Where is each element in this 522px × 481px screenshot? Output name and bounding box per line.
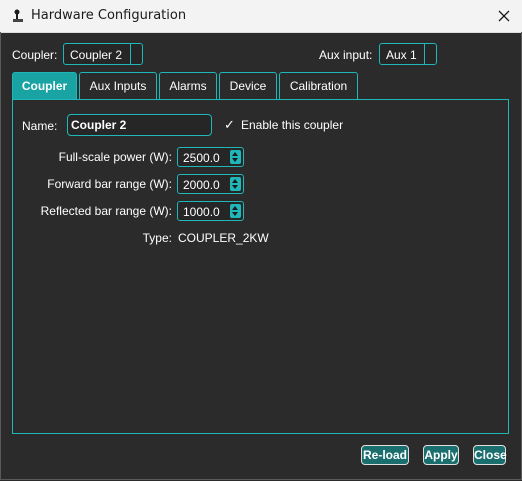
- full-scale-power-spinbox[interactable]: 2500.0: [177, 147, 244, 167]
- app-icon: [13, 9, 23, 22]
- full-scale-power-label: Full-scale power (W):: [58, 150, 172, 164]
- forward-bar-range-label: Forward bar range (W):: [47, 177, 172, 191]
- aux-input-select-value: Aux 1: [386, 48, 417, 62]
- type-value: COUPLER_2KW: [178, 231, 269, 245]
- reflected-bar-range-spinbox[interactable]: 1000.0: [177, 201, 244, 221]
- tab-calibration[interactable]: Calibration: [279, 72, 358, 99]
- reload-button[interactable]: Re-load: [361, 445, 409, 465]
- close-icon[interactable]: [494, 6, 514, 26]
- enable-coupler-label: Enable this coupler: [241, 118, 344, 132]
- coupler-label: Coupler:: [12, 48, 58, 62]
- apply-button[interactable]: Apply: [423, 445, 459, 465]
- tab-alarms[interactable]: Alarms: [159, 72, 217, 99]
- window-title: Hardware Configuration: [31, 8, 187, 23]
- full-scale-power-value: 2500.0: [183, 151, 220, 165]
- title-bar: Hardware Configuration: [0, 0, 522, 33]
- spin-arrows-icon[interactable]: [230, 177, 241, 191]
- close-button[interactable]: Close: [473, 445, 507, 465]
- type-label: Type:: [142, 231, 172, 245]
- tab-device[interactable]: Device: [219, 72, 277, 99]
- aux-input-label: Aux input:: [319, 48, 373, 62]
- spin-arrows-icon[interactable]: [230, 204, 241, 218]
- aux-input-select[interactable]: Aux 1: [379, 43, 437, 65]
- enable-coupler-checkbox[interactable]: ✓: [224, 117, 235, 133]
- forward-bar-range-value: 2000.0: [183, 178, 220, 192]
- tab-coupler[interactable]: Coupler: [12, 72, 77, 100]
- reflected-bar-range-label: Reflected bar range (W):: [40, 204, 172, 218]
- aux-input-select-divider: [424, 44, 425, 64]
- name-label: Name:: [22, 119, 58, 133]
- coupler-select-value: Coupler 2: [70, 48, 123, 62]
- spin-arrows-icon[interactable]: [230, 150, 241, 164]
- tab-aux-inputs[interactable]: Aux Inputs: [79, 72, 157, 99]
- name-field[interactable]: Coupler 2: [67, 114, 212, 136]
- forward-bar-range-spinbox[interactable]: 2000.0: [177, 174, 244, 194]
- reflected-bar-range-value: 1000.0: [183, 205, 220, 219]
- coupler-select-divider: [130, 44, 131, 64]
- coupler-select[interactable]: Coupler 2: [63, 43, 143, 65]
